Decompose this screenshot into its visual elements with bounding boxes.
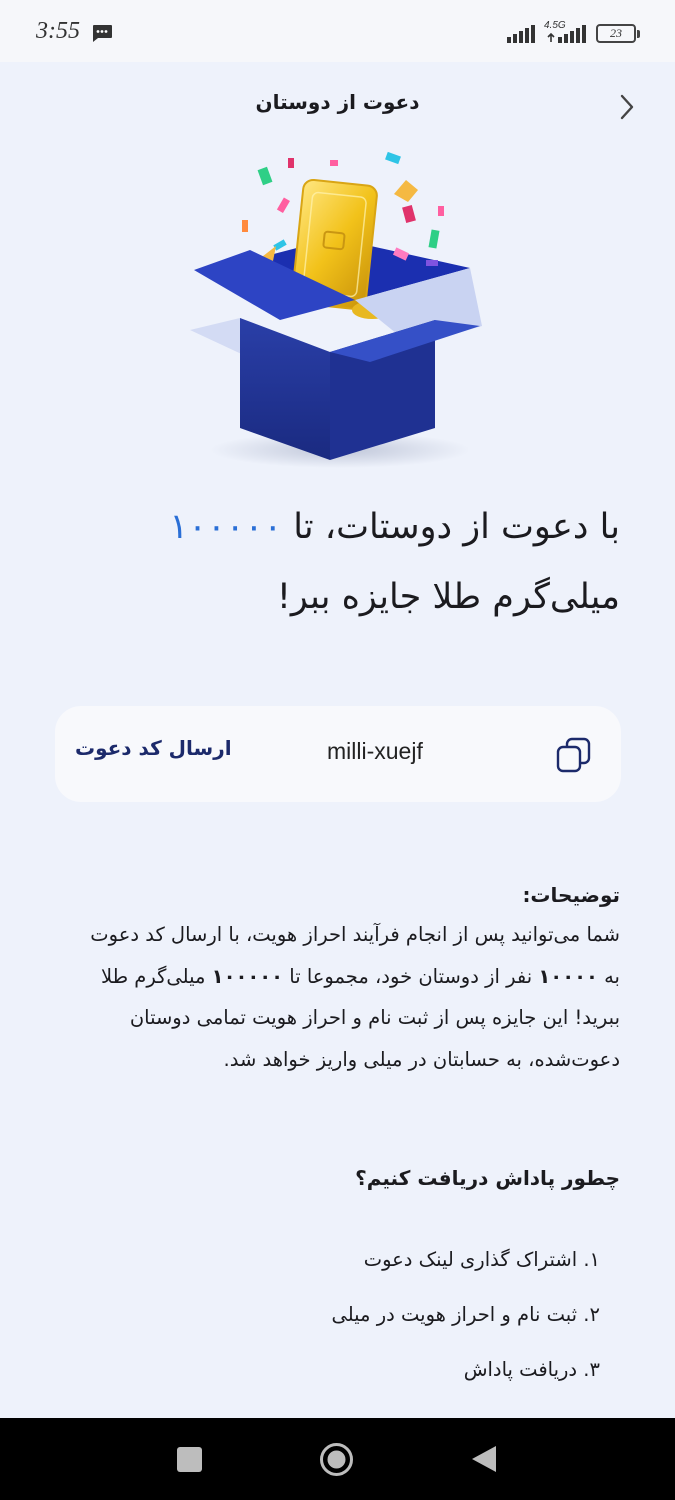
gift-box-illustration [180, 150, 490, 470]
recent-apps-icon[interactable] [177, 1447, 202, 1472]
send-invite-code-button[interactable]: ارسال کد دعوت [75, 736, 232, 760]
headline-text-end: میلی‌گرم طلا جایزه ببر! [276, 577, 620, 617]
battery-icon: 23 [596, 24, 640, 43]
step-item: ۱. اشتراک گذاری لینک دعوت [363, 1248, 600, 1271]
invite-code: milli-xuejf [327, 738, 423, 764]
header: دعوت از دوستان [0, 62, 675, 148]
back-button[interactable] [612, 92, 642, 122]
description-title: توضیحات: [522, 883, 620, 907]
headline: با دعوت از دوستات، تا ۱۰۰۰۰۰ میلی‌گرم طل… [55, 492, 620, 632]
home-icon[interactable] [319, 1442, 354, 1477]
message-icon [91, 24, 113, 46]
steps-list: ۱. اشتراک گذاری لینک دعوت ۲. ثبت نام و ا… [55, 1234, 600, 1399]
step-item: ۲. ثبت نام و احراز هویت در میلی [331, 1303, 600, 1326]
description-text: نفر از دوستان خود، مجموعا تا [283, 964, 539, 988]
invite-code-card: milli-xuejf ارسال کد دعوت [55, 706, 621, 802]
description-section: توضیحات: شما می‌توانید پس از انجام فرآین… [55, 876, 620, 1080]
back-icon[interactable] [470, 1444, 498, 1478]
friends-count: ۱۰۰۰۰ [538, 964, 598, 988]
description-body: شما می‌توانید پس از انجام فرآیند احراز ه… [55, 914, 620, 1080]
signal-icon [546, 25, 588, 47]
headline-text: با دعوت از دوستات، تا [282, 507, 620, 547]
screen: 3:55 4.5G 23 دعوت از دوستان با دعوت از د… [0, 0, 675, 1500]
copy-button[interactable] [553, 734, 595, 776]
status-bar: 3:55 4.5G 23 [0, 0, 675, 62]
copy-icon [556, 737, 591, 773]
status-time: 3:55 [36, 18, 80, 44]
headline-amount: ۱۰۰۰۰۰ [169, 507, 283, 547]
step-item: ۳. دریافت پاداش [463, 1358, 600, 1381]
total-amount: ۱۰۰۰۰۰ [211, 964, 284, 988]
page-title: دعوت از دوستان [255, 90, 420, 114]
how-to-title: چطور پاداش دریافت کنیم؟ [355, 1166, 620, 1190]
signal-icon [507, 25, 537, 47]
navigation-bar [0, 1418, 675, 1500]
chevron-right-icon [620, 94, 634, 120]
